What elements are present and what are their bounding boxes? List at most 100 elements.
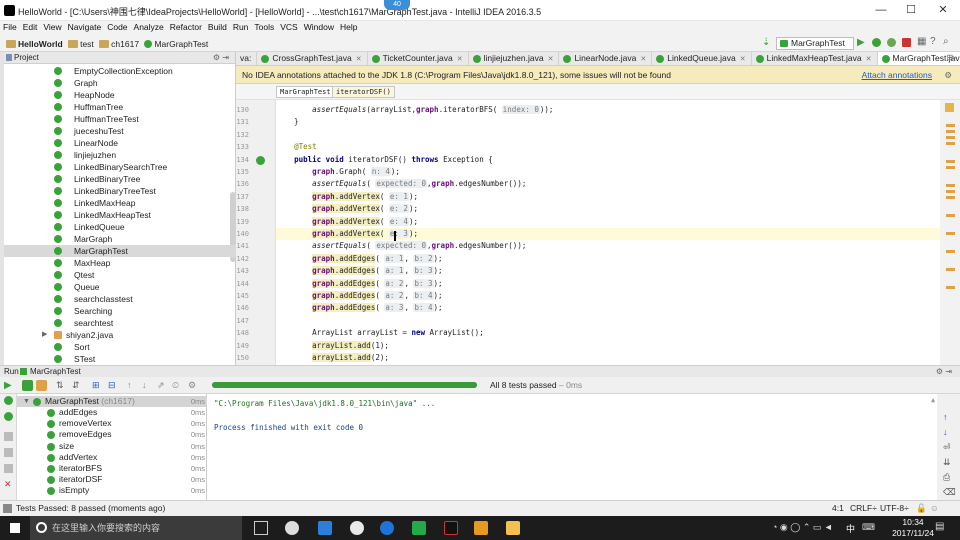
nav-crumb-package[interactable]: ch1617 (111, 39, 139, 49)
run-config-select[interactable]: MarGraphTest (776, 37, 854, 50)
inspection-warning-icon[interactable] (945, 103, 954, 112)
close-tab-icon[interactable]: ✕ (640, 56, 646, 63)
code-line[interactable]: @Test (276, 141, 940, 153)
code-line[interactable]: assertEquals( expected: 0,graph.edgesNum… (276, 240, 940, 252)
5-browser-icon[interactable] (318, 521, 332, 535)
test-row[interactable]: iteratorBFS 0ms (17, 463, 207, 474)
project-tree-item[interactable]: MaxHeap (4, 257, 236, 269)
editor-tab[interactable]: LinkedQueue.java ✕ (652, 52, 752, 65)
run-panel-settings-icon[interactable]: ⚙ ⇥ (936, 366, 952, 377)
warning-marker[interactable] (946, 232, 955, 235)
warning-marker[interactable] (946, 136, 955, 139)
close-run-icon[interactable]: ✕ (4, 480, 13, 489)
project-tree-item[interactable]: LinkedMaxHeap (4, 197, 236, 209)
project-tree-item[interactable]: Sort (4, 341, 236, 353)
code-line[interactable]: graph.addEdges( a: 1, b: 3); (276, 265, 940, 277)
run-console[interactable]: "C:\Program Files\Java\jdk1.8.0_121\bin\… (207, 394, 937, 500)
close-tab-icon[interactable]: ✕ (356, 56, 362, 63)
sort-duration-icon[interactable]: ⇵ (72, 380, 83, 391)
menu-vcs[interactable]: VCS (277, 21, 300, 33)
editor-scrollbar[interactable] (940, 100, 960, 365)
console-scroll-up-icon[interactable]: ▲ (931, 396, 935, 404)
print-icon[interactable]: ⎙ (943, 472, 953, 482)
code-line[interactable]: graph.Graph( n: 4); (276, 166, 940, 178)
warning-marker[interactable] (946, 214, 955, 217)
editor-tab[interactable]: LinearNode.java ✕ (559, 52, 653, 65)
menu-tools[interactable]: Tools (251, 21, 277, 33)
toolwindows-icon[interactable] (3, 504, 12, 513)
media-player-icon[interactable] (412, 521, 426, 535)
expand-all-icon[interactable]: ⊞ (92, 380, 103, 391)
test-suite-row[interactable]: ▼ MarGraphTest (ch1617) 0ms (17, 396, 207, 407)
task-view-icon[interactable] (254, 521, 268, 535)
menu-file[interactable]: File (0, 21, 20, 33)
menu-view[interactable]: View (40, 21, 64, 33)
close-tab-icon[interactable]: ✕ (740, 56, 746, 63)
stop-icon[interactable] (4, 432, 13, 441)
system-tray-icons[interactable]: ◔ ◉ ◯ ⌃ ▭ ◄ (772, 522, 833, 533)
circle-app-icon[interactable] (380, 521, 394, 535)
code-line[interactable]: graph.addVertex( e: 4); (276, 216, 940, 228)
rerun-failed-icon[interactable] (4, 396, 13, 405)
nav-crumb-class[interactable]: MarGraphTest (154, 39, 208, 49)
coverage-icon[interactable] (887, 38, 896, 47)
search-everywhere-icon[interactable]: ⌕ (943, 36, 949, 47)
ime-mode-icon[interactable]: ⌨ (862, 522, 875, 533)
toggle-ignored-icon[interactable] (36, 380, 47, 391)
menu-navigate[interactable]: Navigate (65, 21, 105, 33)
sort-alpha-icon[interactable]: ⇅ (56, 380, 67, 391)
project-tree-item[interactable]: searchtest (4, 317, 236, 329)
lock-icon[interactable]: 🔓 (916, 501, 927, 516)
maximize-button[interactable]: ☐ (896, 0, 926, 21)
nav-crumb-project[interactable]: HelloWorld (18, 39, 63, 49)
project-tree-item[interactable]: LinkedMaxHeapTest (4, 209, 236, 221)
expand-arrow-icon[interactable]: ▶ (42, 329, 47, 341)
next-failed-icon[interactable]: ↓ (142, 380, 153, 391)
code-line[interactable]: graph.addVertex( e: 3); (276, 228, 940, 241)
restore-layout-icon[interactable] (4, 448, 13, 457)
banner-settings-icon[interactable]: ⚙ (944, 66, 952, 84)
menu-refactor[interactable]: Refactor (167, 21, 205, 33)
code-line[interactable]: graph.addEdges( a: 1, b: 2); (276, 253, 940, 265)
project-tree-item[interactable]: HeapNode (4, 89, 236, 101)
code-line[interactable]: graph.addEdges( a: 2, b: 3); (276, 278, 940, 290)
project-tree-item[interactable]: linjiejuzhen (4, 149, 236, 161)
code-line[interactable]: graph.addEdges( a: 2, b: 4); (276, 290, 940, 302)
run-icon[interactable]: ▶ (857, 37, 865, 48)
run-config-tab[interactable]: MarGraphTest (30, 366, 81, 377)
warning-marker[interactable] (946, 160, 955, 163)
breadcrumb-class[interactable]: MarGraphTest (276, 86, 335, 98)
file-explorer-icon[interactable] (506, 521, 520, 535)
editor-tab[interactable]: LinkedMaxHeapTest.java ✕ (752, 52, 878, 65)
project-tree-item[interactable]: HuffmanTree (4, 101, 236, 113)
project-structure-icon[interactable]: ▦ (917, 36, 926, 47)
project-tree-item[interactable]: HuffmanTreeTest (4, 113, 236, 125)
coverage-icon[interactable] (4, 412, 13, 421)
app-icon[interactable] (474, 521, 488, 535)
project-tree-item[interactable]: Graph (4, 77, 236, 89)
code-line[interactable]: arrayList.add(2); (276, 352, 940, 364)
test-row[interactable]: size 0ms (17, 441, 207, 452)
editor-tab[interactable]: TicketCounter.java ✕ (368, 52, 469, 65)
caret-position[interactable]: 4:1 (832, 501, 844, 516)
fan-app-icon[interactable] (285, 521, 299, 535)
previous-failed-icon[interactable]: ↑ (127, 380, 138, 391)
taskbar-search-box[interactable]: 在这里输入你要搜索的内容 (30, 516, 242, 540)
attach-annotations-link[interactable]: Attach annotations (862, 66, 932, 84)
warning-marker[interactable] (946, 286, 955, 289)
project-panel-settings-icon[interactable]: ⚙ ⇥ (213, 52, 229, 64)
history-icon[interactable]: ⏲ (172, 380, 183, 391)
warning-marker[interactable] (946, 196, 955, 199)
close-tab-icon[interactable]: ✕ (548, 56, 554, 63)
menu-edit[interactable]: Edit (20, 21, 41, 33)
project-tree-item[interactable]: LinkedBinarySearchTree (4, 161, 236, 173)
project-tree-item[interactable]: LinearNode (4, 137, 236, 149)
project-tree-item[interactable]: jueceshuTest (4, 125, 236, 137)
intellij-taskbar-icon[interactable] (444, 521, 458, 535)
nav-crumb-test[interactable]: test (80, 39, 94, 49)
test-settings-icon[interactable]: ⚙ (188, 380, 199, 391)
stop-icon[interactable] (902, 38, 911, 47)
collapse-all-icon[interactable]: ⊟ (108, 380, 119, 391)
code-line[interactable] (276, 129, 940, 141)
build-icon[interactable]: ⇣ (762, 37, 772, 49)
